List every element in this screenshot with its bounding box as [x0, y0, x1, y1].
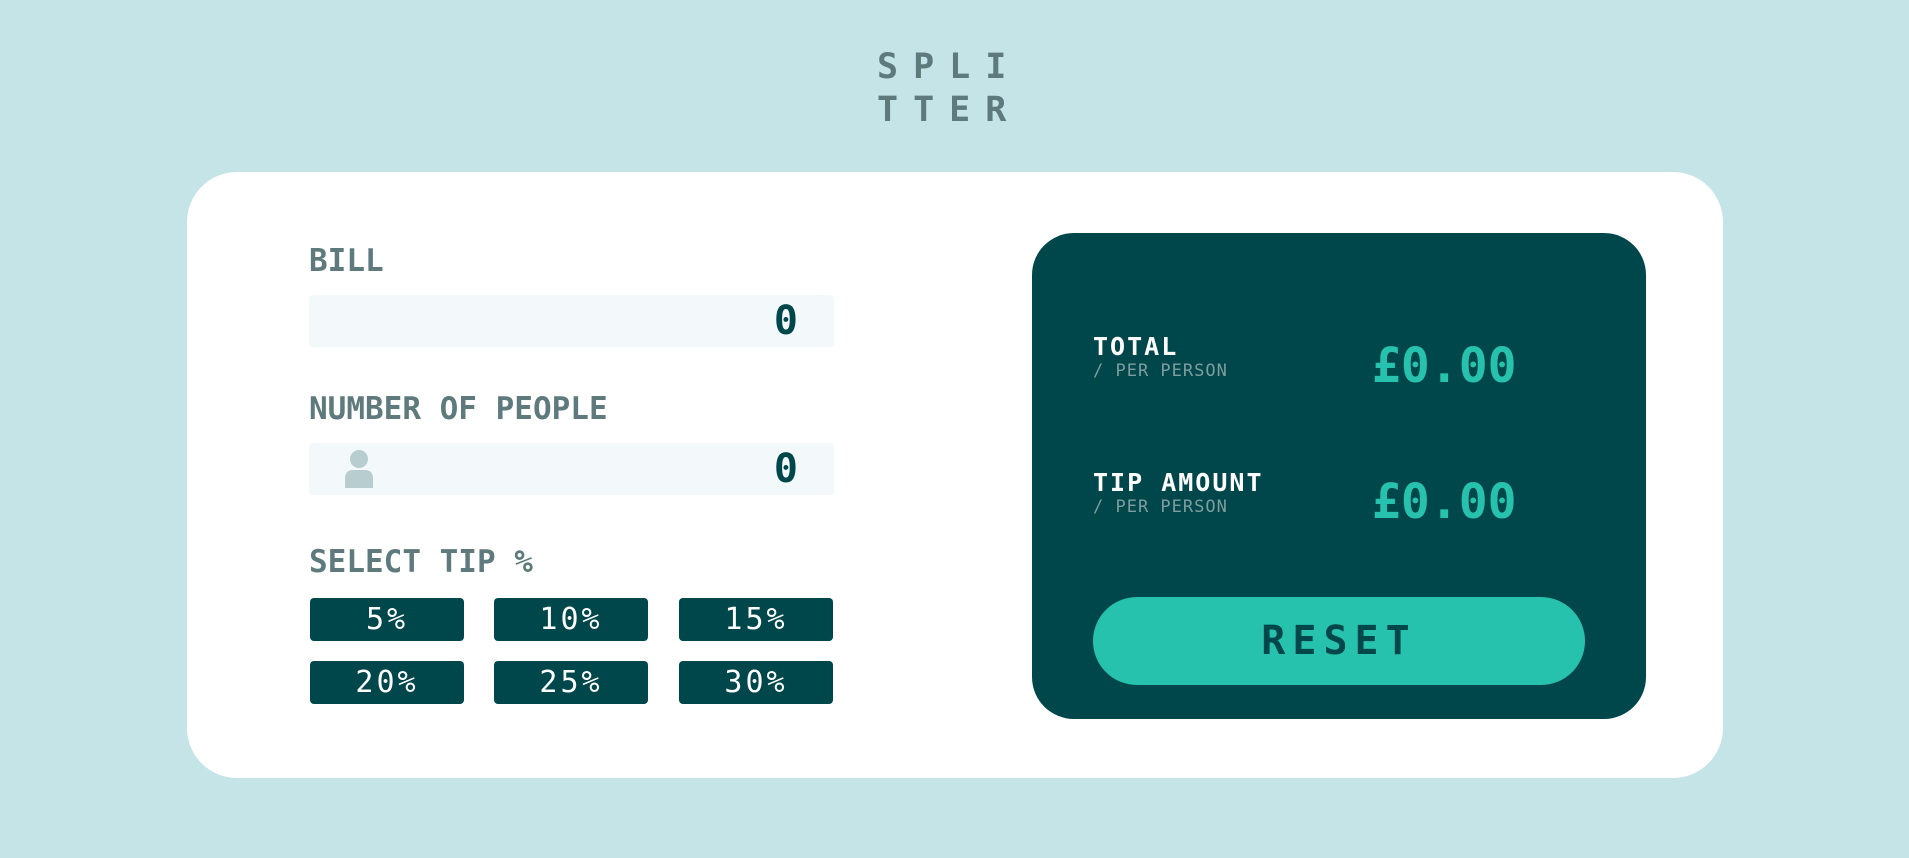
app-logo: SPLI TTER — [877, 46, 1027, 132]
bill-label: BILL — [309, 243, 384, 279]
tip-button-25[interactable]: 25% — [494, 661, 648, 704]
people-value: 0 — [773, 446, 798, 492]
total-sub-label: / PER PERSON — [1093, 361, 1228, 381]
bill-value: 0 — [773, 298, 798, 344]
person-icon — [345, 450, 373, 488]
tip-amount-value: £0.00 — [1372, 474, 1517, 530]
tip-button-5[interactable]: 5% — [310, 598, 464, 641]
total-amount: £0.00 — [1372, 338, 1517, 394]
people-label: NUMBER OF PEOPLE — [309, 391, 608, 427]
tip-button-15[interactable]: 15% — [679, 598, 833, 641]
calculator-card: BILL 0 NUMBER OF PEOPLE 0 SELECT TIP % 5… — [187, 172, 1723, 778]
total-label: TOTAL — [1093, 332, 1179, 361]
tip-label: SELECT TIP % — [309, 544, 533, 580]
tip-button-10[interactable]: 10% — [494, 598, 648, 641]
bill-input[interactable]: 0 — [309, 295, 834, 347]
tip-button-30[interactable]: 30% — [679, 661, 833, 704]
tip-amount-sub-label: / PER PERSON — [1093, 497, 1228, 517]
results-panel: TOTAL / PER PERSON £0.00 TIP AMOUNT / PE… — [1032, 233, 1646, 719]
people-input[interactable]: 0 — [309, 443, 834, 495]
tip-amount-label: TIP AMOUNT — [1093, 468, 1264, 497]
logo-line-2: TTER — [877, 90, 1022, 130]
tip-button-20[interactable]: 20% — [310, 661, 464, 704]
logo-line-1: SPLI — [877, 47, 1022, 87]
reset-button[interactable]: RESET — [1093, 597, 1585, 685]
